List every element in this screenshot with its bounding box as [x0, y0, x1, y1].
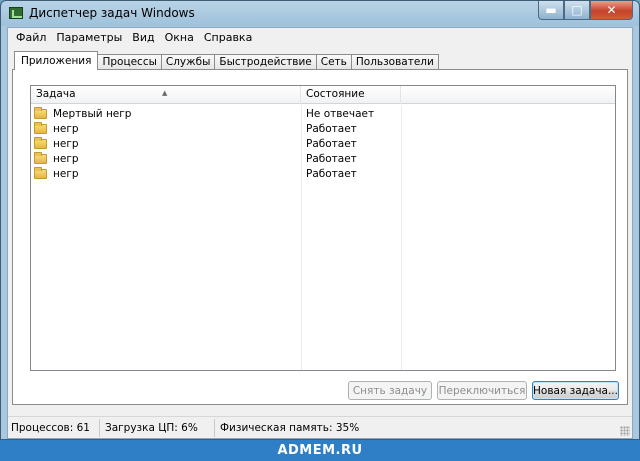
maximize-button[interactable]: □ [564, 1, 590, 20]
task-name: Мертвый негр [53, 107, 132, 120]
folder-icon [34, 151, 47, 164]
watermark-bar: ADMEM.RU [0, 440, 640, 461]
task-status: Работает [306, 152, 357, 165]
end-task-button[interactable]: Снять задачу [348, 381, 432, 400]
title-bar[interactable]: Диспетчер задач Windows ▬ □ ✕ [1, 1, 639, 27]
table-row[interactable]: Мертвый негр Не отвечает [31, 106, 615, 121]
column-header-task-label: Задача [36, 88, 76, 100]
tab-processes[interactable]: Процессы [97, 54, 162, 70]
task-name: негр [53, 122, 79, 135]
column-header-status[interactable]: Состояние [301, 86, 401, 104]
menu-bar: Файл Параметры Вид Окна Справка [8, 28, 632, 47]
table-row[interactable]: негр Работает [31, 121, 615, 136]
status-processes: Процессов: 61 [8, 418, 100, 437]
task-status: Работает [306, 122, 357, 135]
minimize-button[interactable]: ▬ [538, 1, 564, 20]
folder-icon [34, 121, 47, 134]
task-cell: Мертвый негр [31, 106, 301, 120]
tab-applications[interactable]: Приложения [14, 51, 99, 70]
task-status: Работает [306, 137, 357, 150]
task-cell: негр [31, 121, 301, 135]
menu-file[interactable]: Файл [11, 28, 51, 47]
task-cell: негр [31, 166, 301, 180]
menu-options[interactable]: Параметры [51, 28, 127, 47]
tab-performance[interactable]: Быстродействие [214, 54, 317, 70]
list-body: Мертвый негр Не отвечает негр Работает н… [31, 105, 615, 370]
task-manager-icon [9, 7, 23, 19]
folder-icon [34, 136, 47, 149]
task-cell: негр [31, 136, 301, 150]
menu-view[interactable]: Вид [127, 28, 159, 47]
watermark-text: ADMEM.RU [277, 443, 363, 458]
tab-services[interactable]: Службы [160, 54, 216, 70]
folder-icon [34, 166, 47, 179]
menu-windows[interactable]: Окна [160, 28, 199, 47]
table-row[interactable]: негр Работает [31, 151, 615, 166]
tab-strip: Приложения Процессы Службы Быстродействи… [14, 51, 439, 70]
task-manager-window: Диспетчер задач Windows ▬ □ ✕ Файл Парам… [0, 0, 640, 440]
status-cpu: Загрузка ЦП: 6% [100, 418, 215, 437]
task-name: негр [53, 167, 79, 180]
task-list[interactable]: Задача ▲ Состояние Мертвый негр Не отвеч… [30, 85, 616, 371]
folder-icon [34, 106, 47, 119]
caption-buttons: ▬ □ ✕ [538, 1, 633, 20]
client-area: Файл Параметры Вид Окна Справка Приложен… [7, 27, 633, 439]
column-header-spacer [401, 86, 615, 104]
task-status: Не отвечает [306, 107, 375, 120]
list-header: Задача ▲ Состояние [31, 86, 615, 104]
tab-networking[interactable]: Сеть [315, 54, 352, 70]
task-status: Работает [306, 167, 357, 180]
switch-to-button[interactable]: Переключиться [437, 381, 527, 400]
task-name: негр [53, 152, 79, 165]
sort-arrow-icon: ▲ [162, 89, 168, 97]
column-header-task[interactable]: Задача ▲ [31, 86, 301, 104]
status-memory: Физическая память: 35% [220, 421, 360, 434]
task-cell: негр [31, 151, 301, 165]
window-title: Диспетчер задач Windows [29, 6, 195, 20]
status-bar: Процессов: 61 Загрузка ЦП: 6% Физическая… [8, 416, 632, 438]
close-button[interactable]: ✕ [590, 1, 633, 20]
menu-help[interactable]: Справка [199, 28, 257, 47]
table-row[interactable]: негр Работает [31, 166, 615, 181]
resize-grip-icon[interactable] [620, 426, 630, 436]
tab-users[interactable]: Пользователи [350, 54, 439, 70]
applications-panel: Задача ▲ Состояние Мертвый негр Не отвеч… [12, 69, 628, 405]
task-name: негр [53, 137, 79, 150]
table-row[interactable]: негр Работает [31, 136, 615, 151]
new-task-button[interactable]: Новая задача... [532, 381, 619, 400]
